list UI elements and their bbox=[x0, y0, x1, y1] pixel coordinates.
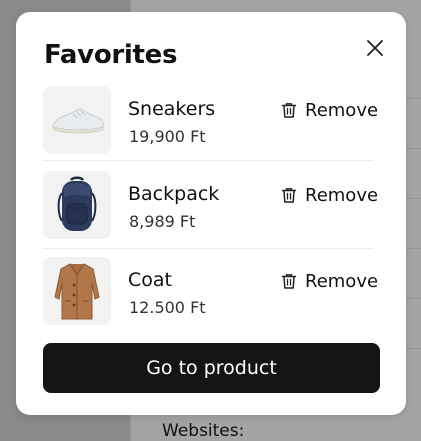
favorite-item: Coat 12.500 Ft Remove bbox=[43, 257, 378, 327]
sneakers-image[interactable] bbox=[43, 86, 111, 154]
remove-button[interactable]: Remove bbox=[280, 183, 378, 207]
background-divider bbox=[405, 98, 421, 99]
background-divider bbox=[405, 348, 421, 349]
item-price: 8,989 Ft bbox=[129, 212, 196, 231]
background-divider bbox=[405, 298, 421, 299]
coat-image[interactable] bbox=[43, 257, 111, 325]
trash-icon bbox=[281, 188, 297, 203]
remove-label: Remove bbox=[305, 184, 379, 206]
close-button[interactable] bbox=[363, 36, 387, 60]
trash-icon bbox=[281, 103, 297, 118]
backpack-image[interactable] bbox=[43, 171, 111, 239]
item-name: Coat bbox=[128, 269, 172, 291]
remove-button[interactable]: Remove bbox=[280, 98, 378, 122]
remove-label: Remove bbox=[305, 270, 379, 292]
favorite-item: Backpack 8,989 Ft Remove bbox=[43, 171, 378, 241]
modal-title: Favorites bbox=[44, 40, 178, 70]
go-to-product-button[interactable]: Go to product bbox=[43, 343, 380, 393]
item-divider bbox=[43, 160, 373, 161]
favorite-item: Sneakers 19,900 Ft Remove bbox=[43, 86, 378, 156]
item-name: Backpack bbox=[128, 183, 220, 205]
item-name: Sneakers bbox=[128, 98, 216, 120]
item-price: 12.500 Ft bbox=[129, 298, 206, 317]
remove-label: Remove bbox=[305, 99, 379, 121]
favorites-modal: Favorites Sneakers 19,900 Ft Remove Back… bbox=[16, 12, 406, 415]
remove-button[interactable]: Remove bbox=[280, 269, 378, 293]
trash-icon bbox=[281, 274, 297, 289]
background-divider bbox=[405, 248, 421, 249]
background-divider bbox=[405, 198, 421, 199]
background-divider bbox=[405, 148, 421, 149]
item-price: 19,900 Ft bbox=[129, 127, 206, 146]
item-divider bbox=[43, 248, 373, 249]
background-section-label: Websites: bbox=[162, 421, 245, 441]
close-icon bbox=[367, 40, 383, 56]
